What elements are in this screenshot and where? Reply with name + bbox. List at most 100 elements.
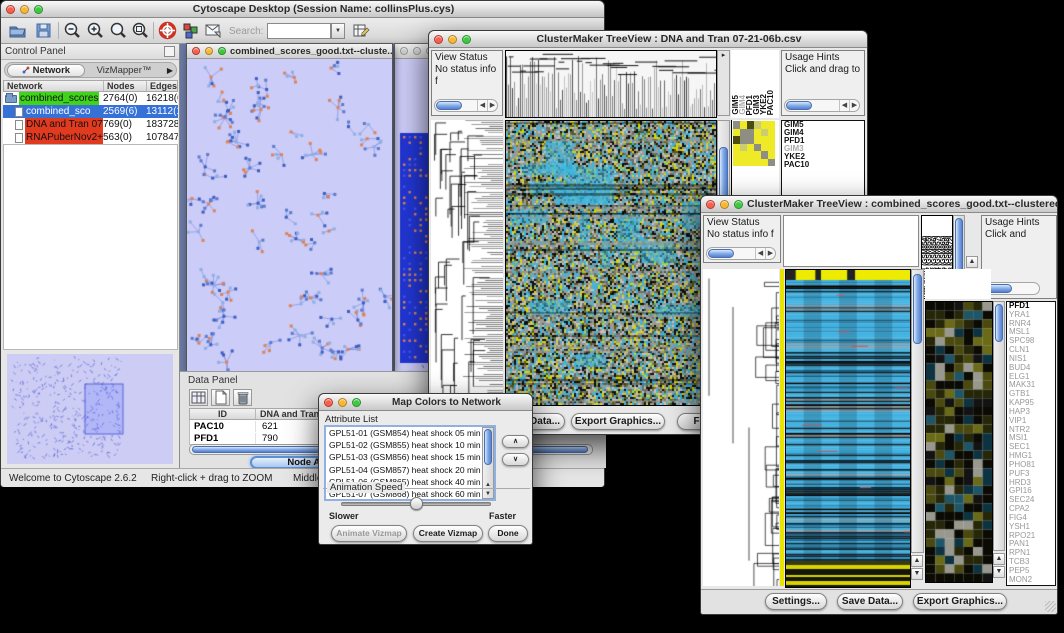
network-table-row[interactable]: combined_sco2569(6)13112(15): [3, 105, 178, 118]
close-icon[interactable]: [706, 200, 715, 209]
attribute-editor-icon[interactable]: [351, 21, 370, 40]
table-view-icon[interactable]: [189, 389, 208, 406]
scroll-left-icon[interactable]: ◀: [839, 100, 849, 111]
scrollbar-thumb[interactable]: [436, 101, 462, 110]
gene-label[interactable]: GPI16: [1007, 487, 1055, 496]
treeview2-heatmap-canvas[interactable]: [785, 269, 911, 588]
treeview2-zoom-heatmap-canvas[interactable]: [925, 301, 993, 583]
new-attribute-icon[interactable]: [211, 389, 230, 406]
gene-label[interactable]: MSL1: [1007, 328, 1055, 337]
network1-canvas[interactable]: [187, 59, 392, 372]
gene-label[interactable]: YSH1: [1007, 523, 1055, 532]
save-icon[interactable]: [34, 21, 53, 40]
move-down-button[interactable]: ∨: [502, 453, 529, 466]
gene-label[interactable]: TCB3: [1007, 558, 1055, 567]
treeview1-zoom-heatmap[interactable]: [733, 121, 775, 166]
minimize-icon[interactable]: [205, 47, 213, 55]
zoom-window-icon[interactable]: [352, 398, 361, 407]
scroll-down-icon[interactable]: ▼: [911, 568, 923, 580]
scroll-down-icon[interactable]: ▼: [483, 491, 493, 497]
gene-label[interactable]: BUD4: [1007, 364, 1055, 373]
view-status-scrollbar[interactable]: ◀▶: [706, 247, 776, 260]
zoom-selected-icon[interactable]: [109, 21, 128, 40]
scroll-left-icon[interactable]: ◀: [755, 248, 765, 259]
open-file-icon[interactable]: [8, 21, 27, 40]
float-panel-icon[interactable]: [164, 46, 175, 57]
network-table-row[interactable]: combined_scores2764(0)16218(0): [3, 92, 178, 105]
treeview2-heatmap-vscrollbar[interactable]: [911, 269, 924, 553]
minimize-icon[interactable]: [20, 5, 29, 14]
search-dropdown-icon[interactable]: ▼: [331, 23, 345, 39]
minimize-icon[interactable]: [338, 398, 347, 407]
gene-label[interactable]: SEC1: [1007, 443, 1055, 452]
gene-label[interactable]: FIG4: [1007, 514, 1055, 523]
gene-label[interactable]: MAK31: [1007, 381, 1055, 390]
gene-label[interactable]: RPN1: [1007, 549, 1055, 558]
scroll-left-icon[interactable]: ◀: [477, 100, 487, 111]
scroll-up-icon[interactable]: ▲: [911, 555, 923, 567]
animation-speed-slider-thumb[interactable]: [410, 497, 423, 510]
zoom-window-icon[interactable]: [462, 35, 471, 44]
gene-label[interactable]: NTR2: [1007, 426, 1055, 435]
gene-label[interactable]: HMG1: [1007, 452, 1055, 461]
gene-label[interactable]: VIP1: [1007, 417, 1055, 426]
create-vizmap-button[interactable]: Create Vizmap: [413, 525, 483, 542]
usage-hints-scrollbar[interactable]: [984, 282, 1040, 295]
tab-network[interactable]: Network: [7, 64, 85, 77]
gene-label[interactable]: NIS1: [1007, 355, 1055, 364]
gene-label[interactable]: GIM4: [782, 129, 864, 137]
birdseye-view-canvas[interactable]: [7, 354, 173, 464]
settings-button[interactable]: Settings...: [765, 593, 827, 610]
delete-attribute-trash-icon[interactable]: [233, 389, 252, 406]
minimize-icon[interactable]: [720, 200, 729, 209]
close-icon[interactable]: [434, 35, 443, 44]
expand-right-icon[interactable]: ▸: [722, 52, 726, 59]
treeview2-titlebar[interactable]: ClusterMaker TreeView : combined_scores_…: [701, 196, 1057, 213]
close-icon[interactable]: [6, 5, 15, 14]
dialog-titlebar[interactable]: Map Colors to Network: [319, 394, 532, 411]
scroll-right-icon[interactable]: ▶: [849, 100, 859, 111]
scrollbar-thumb[interactable]: [708, 249, 734, 258]
main-titlebar[interactable]: Cytoscape Desktop (Session Name: collins…: [1, 1, 604, 18]
gene-label[interactable]: ELG1: [1007, 373, 1055, 382]
gene-label[interactable]: KAP95: [1007, 399, 1055, 408]
gene-label[interactable]: GIM3: [782, 145, 864, 153]
gene-label[interactable]: CLN1: [1007, 346, 1055, 355]
message-console-icon[interactable]: [203, 21, 222, 40]
close-icon[interactable]: [324, 398, 333, 407]
col-edges[interactable]: Edges: [147, 81, 177, 91]
zoom-window-icon[interactable]: [34, 5, 43, 14]
close-icon[interactable]: [400, 47, 408, 55]
gene-label[interactable]: PHO81: [1007, 461, 1055, 470]
minimize-icon[interactable]: [413, 47, 421, 55]
search-input[interactable]: [267, 23, 331, 39]
gene-label[interactable]: PEP5: [1007, 567, 1055, 576]
export-graphics-button[interactable]: Export Graphics...: [571, 413, 665, 430]
attribute-list-item[interactable]: GPL51-02 (GSM855) heat shock 10 min: [326, 439, 494, 451]
gene-label[interactable]: GTB1: [1007, 390, 1055, 399]
gene-label[interactable]: CPA2: [1007, 505, 1055, 514]
attribute-list-item[interactable]: GPL51-04 (GSM857) heat shock 20 min: [326, 464, 494, 476]
scrollbar-thumb[interactable]: [955, 218, 963, 276]
network-tree-area[interactable]: [3, 144, 178, 350]
animate-vizmap-button[interactable]: Animate Vizmap: [331, 525, 407, 542]
treeview2-zoom-vscrollbar[interactable]: [993, 301, 1005, 551]
zoom-window-icon[interactable]: [218, 47, 226, 55]
zoom-in-icon[interactable]: [86, 21, 105, 40]
scroll-right-icon[interactable]: ▶: [765, 248, 775, 259]
col-nodes[interactable]: Nodes: [104, 81, 147, 91]
data-col-id[interactable]: ID: [190, 409, 256, 419]
minimize-icon[interactable]: [448, 35, 457, 44]
help-lifesaver-icon[interactable]: [158, 21, 177, 40]
gene-label[interactable]: MON2: [1007, 576, 1055, 585]
close-icon[interactable]: [192, 47, 200, 55]
scroll-up-icon[interactable]: ▲: [966, 256, 978, 268]
scrollbar-thumb[interactable]: [786, 101, 812, 110]
view-status-scrollbar[interactable]: ◀▶: [434, 99, 498, 112]
gene-label[interactable]: PFD1: [1007, 302, 1055, 311]
gene-label[interactable]: PUF3: [1007, 470, 1055, 479]
done-button[interactable]: Done: [488, 525, 528, 542]
usage-hints-scrollbar[interactable]: ◀▶: [784, 99, 860, 112]
treeview2-row-dendrogram-canvas[interactable]: [703, 269, 779, 586]
export-graphics-button[interactable]: Export Graphics...: [913, 593, 1007, 610]
